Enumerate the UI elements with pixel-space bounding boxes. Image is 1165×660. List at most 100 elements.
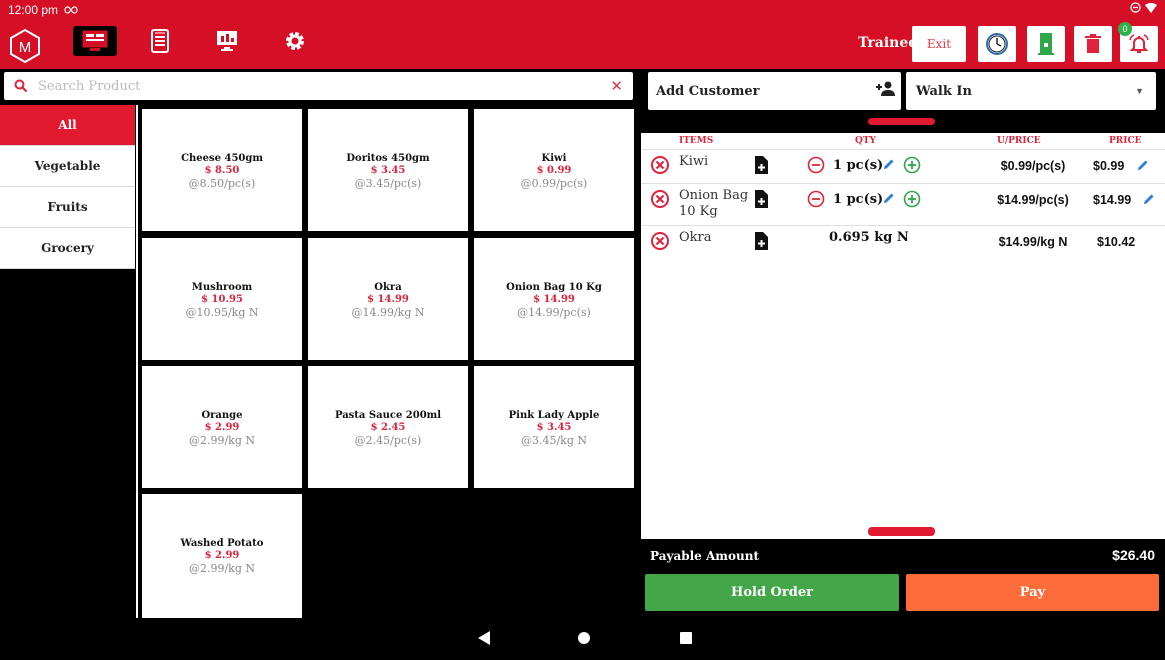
decrease-qty-icon[interactable] bbox=[807, 190, 825, 208]
cash-drawer-icon bbox=[1038, 33, 1054, 55]
increase-qty-icon[interactable] bbox=[903, 190, 921, 208]
product-name: Pink Lady Apple bbox=[508, 410, 600, 421]
product-name: Orange bbox=[201, 410, 243, 421]
product-unit-price: @3.45/kg N bbox=[520, 434, 588, 447]
add-customer-field[interactable]: Add Customer bbox=[648, 72, 901, 110]
product-card[interactable]: Mushroom $ 10.95 @10.95/kg N bbox=[142, 238, 302, 360]
cart-item-unit-price: $0.99/pc(s) bbox=[1000, 159, 1066, 173]
product-unit-price: @2.99/kg N bbox=[188, 562, 256, 575]
product-card[interactable]: Okra $ 14.99 @14.99/kg N bbox=[308, 238, 468, 360]
customer-type-select[interactable]: Walk In ▼ bbox=[906, 72, 1156, 110]
app-bar: M Trainee Exit 0 bbox=[0, 19, 1165, 69]
add-note-icon[interactable] bbox=[753, 189, 769, 209]
remove-item-icon[interactable] bbox=[650, 155, 670, 175]
clock-button[interactable] bbox=[978, 26, 1016, 62]
add-note-icon[interactable] bbox=[753, 231, 769, 251]
add-person-icon[interactable] bbox=[875, 81, 895, 97]
clear-search-icon[interactable]: ✕ bbox=[610, 77, 623, 95]
drag-handle-top[interactable] bbox=[868, 118, 935, 125]
pos-screen: 12:00 pm M Trainee Exit 0 Search Product… bbox=[0, 0, 1165, 660]
product-name: Pasta Sauce 200ml bbox=[334, 410, 442, 421]
search-input[interactable] bbox=[38, 78, 598, 94]
payable-amount-label: Payable Amount bbox=[650, 549, 759, 563]
cart-item-unit-price: $14.99/pc(s) bbox=[997, 193, 1069, 207]
edit-qty-icon[interactable] bbox=[883, 192, 895, 204]
product-price: $ 2.99 bbox=[204, 422, 240, 433]
product-price: $ 8.50 bbox=[204, 165, 240, 176]
product-card[interactable]: Cheese 450gm $ 8.50 @8.50/pc(s) bbox=[142, 109, 302, 231]
increase-qty-icon[interactable] bbox=[903, 156, 921, 174]
notification-badge: 0 bbox=[1118, 22, 1132, 36]
chevron-down-icon: ▼ bbox=[1135, 86, 1144, 96]
product-search-bar: ✕ bbox=[4, 72, 633, 100]
product-name: Mushroom bbox=[191, 282, 253, 293]
system-nav-bar bbox=[0, 618, 1165, 660]
edit-price-icon[interactable] bbox=[1137, 159, 1149, 171]
product-card[interactable]: Pasta Sauce 200ml $ 2.45 @2.45/pc(s) bbox=[308, 366, 468, 488]
category-vegetable[interactable]: Vegetable bbox=[0, 146, 135, 187]
do-not-disturb-icon bbox=[1130, 2, 1141, 13]
trash-icon bbox=[1085, 34, 1101, 53]
add-note-icon[interactable] bbox=[753, 155, 769, 175]
remove-item-icon[interactable] bbox=[650, 231, 670, 251]
product-unit-price: @8.50/pc(s) bbox=[188, 177, 256, 190]
product-name: Cheese 450gm bbox=[181, 153, 263, 164]
hold-order-button[interactable]: Hold Order bbox=[645, 574, 899, 611]
payable-amount-value: $26.40 bbox=[1112, 547, 1155, 563]
product-name: Okra bbox=[374, 282, 402, 293]
infinity-icon bbox=[64, 5, 78, 14]
product-card[interactable]: Onion Bag 10 Kg $ 14.99 @14.99/pc(s) bbox=[474, 238, 634, 360]
wifi-icon bbox=[1145, 2, 1157, 13]
delete-order-button[interactable] bbox=[1074, 26, 1112, 62]
product-unit-price: @14.99/pc(s) bbox=[517, 306, 591, 319]
user-mode-label: Trainee bbox=[858, 35, 918, 51]
cart-panel: ITEMS QTY U/PRICE PRICE Kiwi 1 pc(s) $0.… bbox=[641, 133, 1165, 539]
product-price: $ 2.99 bbox=[204, 550, 240, 561]
home-icon[interactable] bbox=[577, 630, 591, 646]
pay-button[interactable]: Pay bbox=[906, 574, 1159, 611]
product-card[interactable]: Pink Lady Apple $ 3.45 @3.45/kg N bbox=[474, 366, 634, 488]
product-name: Doritos 450gm bbox=[346, 153, 430, 164]
gear-icon bbox=[286, 32, 304, 50]
cart-item-name: Okra bbox=[679, 230, 712, 245]
nav-orders-button[interactable] bbox=[145, 26, 175, 56]
drag-handle-bottom[interactable] bbox=[868, 527, 935, 536]
nav-settings-button[interactable] bbox=[280, 26, 310, 56]
cart-row: Okra 0.695 kg N $14.99/kg N $10.42 bbox=[641, 225, 1165, 259]
cart-item-price: $10.42 bbox=[1097, 235, 1136, 249]
product-card[interactable]: Kiwi $ 0.99 @0.99/pc(s) bbox=[474, 109, 634, 231]
nav-dashboard-button[interactable] bbox=[212, 26, 242, 56]
cart-item-name: Kiwi bbox=[679, 154, 709, 169]
status-bar: 12:00 pm bbox=[0, 0, 1165, 19]
category-fruits[interactable]: Fruits bbox=[0, 187, 135, 228]
remove-item-icon[interactable] bbox=[650, 189, 670, 209]
back-icon[interactable] bbox=[477, 630, 491, 646]
edit-qty-icon[interactable] bbox=[883, 158, 895, 170]
cart-item-qty: 1 pc(s) bbox=[833, 192, 884, 207]
cart-item-name: Onion Bag 10 Kg bbox=[679, 188, 749, 219]
product-unit-price: @10.95/kg N bbox=[185, 306, 259, 319]
edit-price-icon[interactable] bbox=[1143, 193, 1155, 205]
product-unit-price: @2.45/pc(s) bbox=[354, 434, 422, 447]
col-header-price: PRICE bbox=[1109, 136, 1142, 146]
exit-button[interactable]: Exit bbox=[912, 26, 966, 62]
nav-register-button[interactable] bbox=[73, 26, 117, 56]
product-unit-price: @0.99/pc(s) bbox=[520, 177, 588, 190]
category-all[interactable]: All bbox=[0, 105, 135, 146]
cash-drawer-button[interactable] bbox=[1027, 26, 1065, 62]
cart-row: Onion Bag 10 Kg 1 pc(s) $14.99/pc(s) $14… bbox=[641, 183, 1165, 225]
category-grocery[interactable]: Grocery bbox=[0, 228, 135, 269]
product-card[interactable]: Orange $ 2.99 @2.99/kg N bbox=[142, 366, 302, 488]
cart-item-qty: 0.695 kg N bbox=[829, 230, 909, 245]
product-card[interactable]: Doritos 450gm $ 3.45 @3.45/pc(s) bbox=[308, 109, 468, 231]
recents-icon[interactable] bbox=[679, 630, 693, 646]
cart-item-price: $14.99 bbox=[1093, 193, 1132, 207]
col-header-qty: QTY bbox=[855, 136, 876, 146]
status-time: 12:00 pm bbox=[8, 2, 59, 17]
register-icon bbox=[82, 30, 108, 51]
category-divider bbox=[136, 105, 138, 618]
product-card[interactable]: Washed Potato $ 2.99 @2.99/kg N bbox=[142, 494, 302, 618]
product-price: $ 3.45 bbox=[536, 422, 572, 433]
decrease-qty-icon[interactable] bbox=[807, 156, 825, 174]
notifications-button[interactable]: 0 bbox=[1118, 22, 1158, 62]
